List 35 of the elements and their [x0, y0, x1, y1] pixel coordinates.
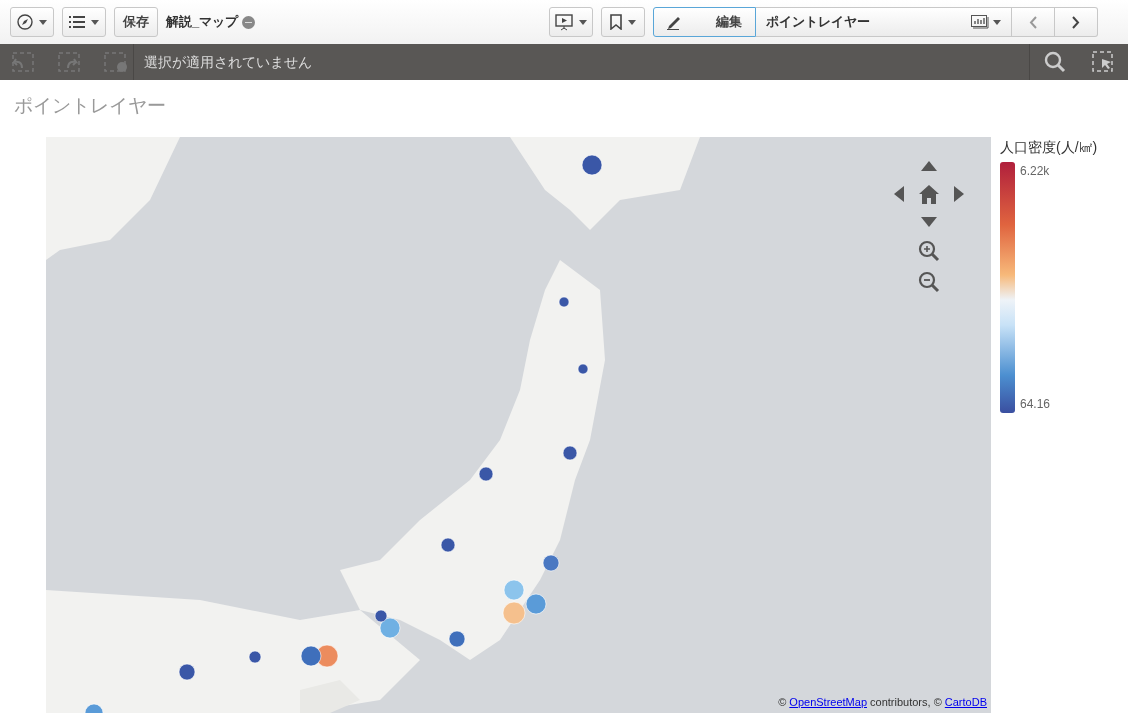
legend-min-label: 64.16 [1020, 396, 1051, 413]
next-sheet-button[interactable] [1055, 7, 1098, 37]
presentation-icon [555, 13, 573, 31]
attribution-link[interactable]: OpenStreetMap [789, 696, 867, 708]
caret-icon [39, 19, 47, 25]
edit-button[interactable]: 編集 [653, 7, 756, 37]
chevron-right-icon [1072, 15, 1080, 29]
caret-icon [91, 19, 99, 25]
zoom-in-button[interactable] [918, 240, 940, 262]
compass-icon [17, 14, 33, 30]
sheet-title: ポイントレイヤー [14, 95, 166, 116]
selection-message: 選択が適用されていません [143, 52, 313, 72]
menu-button[interactable] [62, 7, 106, 37]
present-button[interactable] [549, 7, 593, 37]
attribution-link[interactable]: CartoDB [944, 696, 987, 708]
chart-icon [971, 15, 989, 29]
navigation-button[interactable] [10, 7, 54, 37]
chevron-left-icon [1029, 15, 1037, 29]
caret-icon [993, 19, 1001, 25]
caret-icon [579, 19, 587, 25]
bookmark-button[interactable] [601, 7, 645, 37]
search-icon[interactable] [1044, 51, 1066, 73]
zoom-out-button[interactable] [918, 271, 940, 293]
map-attribution: © OpenStreetMap contributors, © CartoDB [778, 696, 987, 708]
status-icon [242, 15, 256, 29]
home-button[interactable] [919, 184, 939, 204]
save-button[interactable]: 保存 [114, 7, 158, 37]
selection-tool-icon[interactable] [1092, 51, 1114, 73]
legend-title: 人口密度(人/㎢) [1000, 138, 1099, 157]
caret-icon [628, 19, 636, 25]
sheet-selector[interactable]: ポイントレイヤー [756, 7, 1012, 37]
bookmark-icon [610, 14, 622, 30]
list-icon [69, 16, 85, 28]
app-title: 解説_マップ [166, 13, 239, 32]
legend-max-label: 6.22k [1020, 163, 1051, 180]
